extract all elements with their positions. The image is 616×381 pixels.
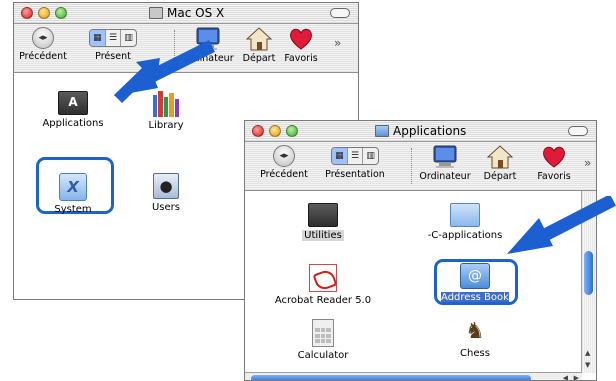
item-label: Applications [42,118,104,129]
title-bar[interactable]: Applications [245,121,596,142]
home-icon [487,145,513,169]
item-label: Acrobat Reader 5.0 [274,295,372,306]
toolbar-more-button[interactable]: » [584,156,591,170]
utilities-folder-icon [308,203,338,227]
item-label: Users [151,202,180,213]
pointer-arrow-1-icon [114,40,215,103]
chess-icon: ♞ [465,319,485,344]
minimize-button[interactable] [269,125,281,137]
applications-folder-icon: A [58,91,88,115]
window-title: Mac OS X [149,3,224,23]
home-label: Départ [483,171,517,182]
highlight-address-book [434,259,518,305]
back-label: Précédent [260,169,308,180]
item-label: System [54,204,92,215]
item-c-applications[interactable]: -C-applications [425,203,505,241]
users-icon: ● [153,173,179,199]
favorites-button[interactable]: Favoris [529,142,579,182]
back-icon: ◂▸ [273,145,295,167]
toolbar-toggle-button[interactable] [568,126,588,136]
window-title-text: Applications [393,124,467,138]
computer-button[interactable]: Ordinateur [415,142,475,182]
item-applications[interactable]: A Applications [33,91,113,129]
item-label: Utilities [302,230,344,241]
item-label: Library [148,120,184,131]
back-button[interactable]: ◂▸ Précédent [18,24,68,62]
zoom-button[interactable] [286,125,298,137]
computer-label: Ordinateur [419,171,471,182]
window-title: Applications [375,121,466,141]
system-icon: X [59,173,87,201]
item-utilities[interactable]: Utilities [283,203,363,241]
minimize-button[interactable] [38,7,50,19]
scroll-down-arrow-icon[interactable]: ▼ [585,361,590,369]
computer-icon [433,145,457,168]
toolbar: ◂▸ Précédent ▦ ☰ ▥ Présentation Ordinateur… [245,142,596,191]
title-bar[interactable]: Mac OS X [14,3,358,24]
home-button[interactable]: Départ [475,142,525,182]
home-icon [246,27,272,51]
zoom-button[interactable] [55,7,67,19]
back-icon: ◂▸ [32,27,54,49]
close-button[interactable] [252,125,264,137]
horizontal-scroll-thumb[interactable] [251,375,531,380]
item-acrobat-reader[interactable]: Acrobat Reader 5.0 [265,264,381,306]
scroll-right-arrow-icon[interactable]: ▶ [574,374,579,380]
view-label: Présentation [325,169,385,180]
toolbar-toggle-button[interactable] [330,8,350,18]
view-button[interactable]: ▦ ☰ ▥ Présentation [317,142,393,180]
back-label: Précédent [19,51,67,62]
item-users[interactable]: ● Users [126,173,206,213]
view-icon: ▦ ☰ ▥ [331,147,379,165]
favorites-label: Favoris [537,171,571,182]
heart-icon [543,146,565,168]
pointer-arrow-2-icon [507,196,616,254]
item-system[interactable]: X System [33,173,113,215]
back-button[interactable]: ◂▸ Précédent [259,142,309,180]
toolbar-separator [411,148,412,184]
item-chess[interactable]: ♞ Chess [435,319,515,359]
item-label: Chess [460,348,490,359]
scroll-up-arrow-icon[interactable]: ▲ [585,349,590,357]
disk-icon [149,7,163,19]
home-label: Départ [242,53,276,64]
acrobat-icon [309,264,337,292]
favorites-label: Favoris [284,53,318,64]
item-label: Calculator [297,350,349,361]
close-button[interactable] [21,7,33,19]
item-label: -C-applications [427,230,503,241]
folder-icon [450,203,480,227]
folder-icon [375,125,389,137]
item-calculator[interactable]: Calculator [283,319,363,361]
horizontal-scrollbar[interactable]: ◀ ▶ [245,372,582,380]
calculator-icon [312,319,334,347]
toolbar-more-button[interactable]: » [334,36,341,50]
heart-icon [290,28,312,50]
scroll-left-arrow-icon[interactable]: ◀ [563,374,568,380]
favorites-button[interactable]: Favoris [276,24,326,64]
window-title-text: Mac OS X [167,6,225,20]
